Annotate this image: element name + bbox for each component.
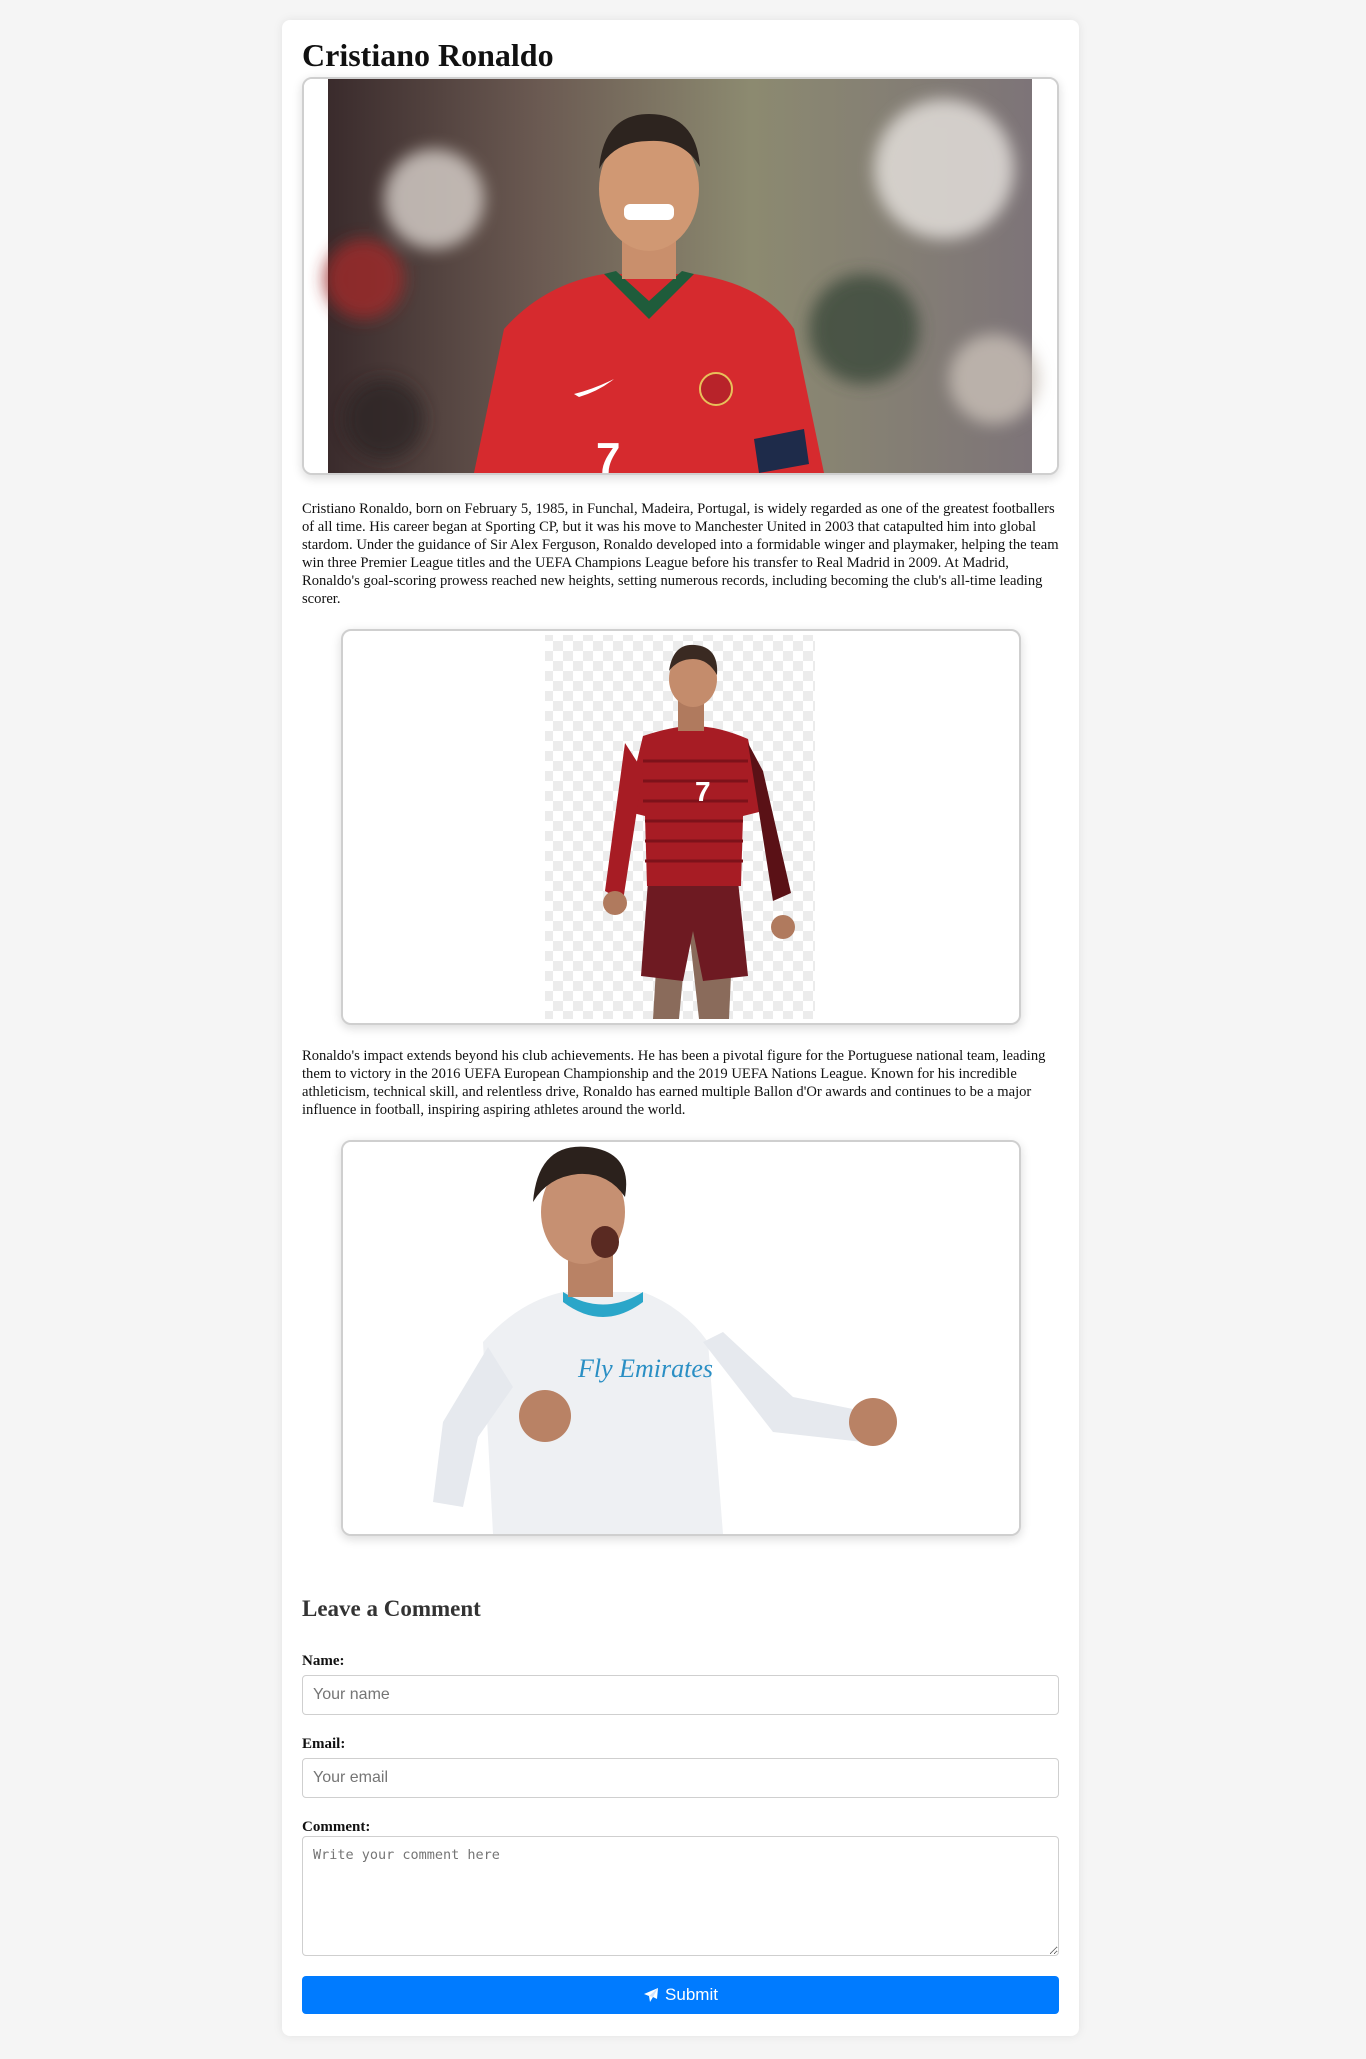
name-label: Name:	[302, 1653, 345, 1669]
article-card: Cristiano Ronaldo 7 Cristiano Ronaldo, b…	[282, 20, 1079, 2036]
email-label: Email:	[302, 1736, 346, 1752]
name-input[interactable]	[302, 1675, 1059, 1715]
sponsor-text: Fly Emirates	[577, 1354, 713, 1383]
comment-label: Comment:	[302, 1819, 371, 1835]
comment-textarea[interactable]	[302, 1836, 1059, 1956]
comment-heading: Leave a Comment	[302, 1596, 481, 1621]
page-title: Cristiano Ronaldo	[302, 37, 554, 73]
article-paragraph-2: Ronaldo's impact extends beyond his club…	[302, 1048, 1046, 1118]
image-frame-3: Fly Emirates	[341, 1140, 1021, 1536]
ronaldo-portugal-photo: 7	[304, 79, 1057, 473]
jersey-number: 7	[596, 434, 620, 473]
ronaldo-standing-photo: 7	[545, 635, 815, 1019]
jersey-number-2: 7	[695, 776, 711, 807]
image-frame-2: 7	[341, 629, 1021, 1025]
ronaldo-celebrating-photo: Fly Emirates	[343, 1142, 1019, 1534]
article-paragraph-1: Cristiano Ronaldo, born on February 5, 1…	[302, 501, 1059, 607]
submit-button[interactable]: Submit	[302, 1976, 1059, 2014]
submit-label: Submit	[665, 1985, 718, 2004]
paper-plane-icon	[644, 1988, 659, 2002]
email-input[interactable]	[302, 1758, 1059, 1798]
image-frame-1: 7	[302, 77, 1059, 475]
